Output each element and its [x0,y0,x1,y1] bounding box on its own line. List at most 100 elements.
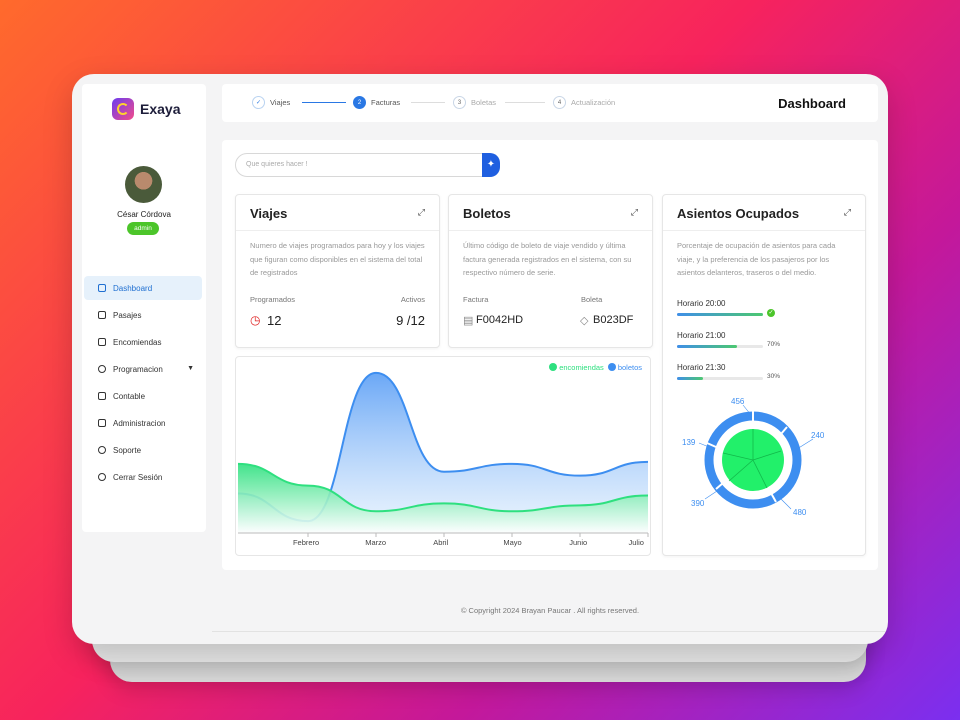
sidebar-item-contable[interactable]: Contable [84,384,202,408]
sidebar-item-soporte[interactable]: Soporte [84,438,202,462]
role-badge: admin [127,222,159,235]
help-icon [98,446,106,454]
sidebar-item-encomiendas[interactable]: Encomiendas [84,330,202,354]
sidebar-item-administracion[interactable]: Administracion [84,411,202,435]
sidebar: Exaya César Córdova admin Dashboard Pasa… [82,84,206,532]
card-description: Numero de viajes programados para hoy y … [250,241,425,277]
progress-bar [677,345,763,348]
card-description: Último código de boleto de viaje vendido… [463,241,632,277]
step-label: Viajes [270,98,291,107]
check-icon: ✓ [252,96,265,109]
step-number: 4 [553,96,566,109]
pie-label: 390 [691,499,705,508]
dashboard-icon [98,284,106,292]
card-description: Porcentaje de ocupación de asientos para… [677,241,836,277]
expand-icon[interactable]: ⤢ [844,207,851,218]
sidebar-item-pasajes[interactable]: Pasajes [84,303,202,327]
logo[interactable]: Exaya [112,98,180,120]
sidebar-nav: Dashboard Pasajes Encomiendas Programaci… [84,276,202,492]
activos-label: Activos [400,295,425,304]
expand-icon[interactable]: ⤢ [631,207,638,218]
factura-label: Factura [463,295,489,304]
sidebar-item-label: Cerrar Sesión [113,472,163,482]
progress-bar [677,377,763,380]
card-title: Asientos Ocupados [677,206,800,221]
progress-fill [677,345,738,348]
step-facturas[interactable]: 2 Facturas [353,96,400,109]
horario-percent: 70% [767,341,781,348]
horario-row: Horario 21:30 30% [677,363,857,380]
progress-bar [677,313,763,316]
horario-row: Horario 20:00 ✓ [677,299,857,317]
sidebar-item-label: Pasajes [113,310,142,320]
sidebar-item-programacion[interactable]: Programacion ▼ [84,357,202,381]
x-tick-label: Abril [433,538,449,547]
footer: © Copyright 2024 Brayan Paucar . All rig… [212,580,888,632]
label-leader [704,490,718,500]
step-connector [411,102,445,103]
clock-icon [98,365,106,373]
x-tick-label: Julio [628,538,644,547]
x-tick-label: Marzo [365,538,387,547]
tag-icon: ◇ [580,315,589,327]
stepper-header: ✓ Viajes 2 Facturas 3 Boletas 4 Actualizació… [222,84,878,122]
progress-fill [677,377,703,380]
step-boletas[interactable]: 3 Boletas [453,96,496,109]
user-name: César Córdova [117,210,171,219]
asientos-card: Asientos Ocupados ⤢ Porcentaje de ocupaci… [662,194,866,556]
horario-label: Horario 21:30 [677,363,726,372]
factura-value: F0042HD [476,314,524,326]
step-number: 3 [453,96,466,109]
logout-icon [98,473,106,481]
progress-fill [677,313,763,316]
pie-label: 240 [811,431,825,440]
pie-label: 139 [682,438,696,447]
app-window: Exaya César Córdova admin Dashboard Pasa… [72,74,888,644]
horario-label: Horario 21:00 [677,331,726,340]
horario-label: Horario 20:00 [677,299,726,308]
sidebar-item-label: Programacion [113,364,163,374]
sidebar-item-logout[interactable]: Cerrar Sesión [84,465,202,489]
label-leader [796,438,814,450]
check-icon: ✓ [767,309,775,317]
activos-value: 9 /12 [396,313,425,328]
sidebar-item-label: Administracion [113,418,166,428]
card-title: Boletos [463,206,511,221]
step-connector [505,102,545,103]
sidebar-item-dashboard[interactable]: Dashboard [84,276,202,300]
sidebar-item-label: Contable [113,391,146,401]
search-input[interactable]: Que quieres hacer ! [235,153,500,177]
receipt-icon: ▤ [463,315,474,327]
document-icon [98,419,106,427]
step-label: Facturas [371,98,401,107]
copyright-text: © Copyright 2024 Brayan Paucar . All rig… [460,606,640,615]
x-tick-label: Junio [569,538,588,547]
area-chart-panel: encomiendas boletos Febrero Marzo Abril May… [235,356,651,556]
timer-icon: ◷ [250,313,261,327]
dashboard-content: Que quieres hacer ! ✦ Viajes ⤢ Numero de … [222,140,878,570]
step-label: Actualización [571,98,616,107]
ticket-icon [98,311,106,319]
sparkle-icon[interactable]: ✦ [482,153,500,177]
pie-label: 480 [793,508,807,517]
seat-pie-chart: 456 240 480 390 139 [682,397,825,517]
chevron-down-icon: ▼ [187,365,194,372]
label-leader [780,498,792,510]
programados-label: Programados [250,295,296,304]
step-actualizacion[interactable]: 4 Actualización [553,96,615,109]
logo-text: Exaya [140,101,181,117]
expand-icon[interactable]: ⤢ [418,207,425,218]
x-tick-label: Mayo [503,538,522,547]
horario-row: Horario 21:00 70% [677,331,857,348]
sidebar-item-label: Encomiendas [113,337,162,347]
step-viajes[interactable]: ✓ Viajes [252,96,290,109]
page-title: Dashboard [778,96,846,111]
avatar[interactable] [125,166,162,203]
sidebar-item-label: Soporte [113,445,142,455]
boletos-card: Boletos ⤢ Último código de boleto de viaj… [448,194,653,348]
boleta-value: B023DF [593,314,634,326]
viajes-card: Viajes ⤢ Numero de viajes programados par… [235,194,440,348]
package-icon [98,338,106,346]
step-label: Boletas [471,98,497,107]
step-number: 2 [353,96,366,109]
